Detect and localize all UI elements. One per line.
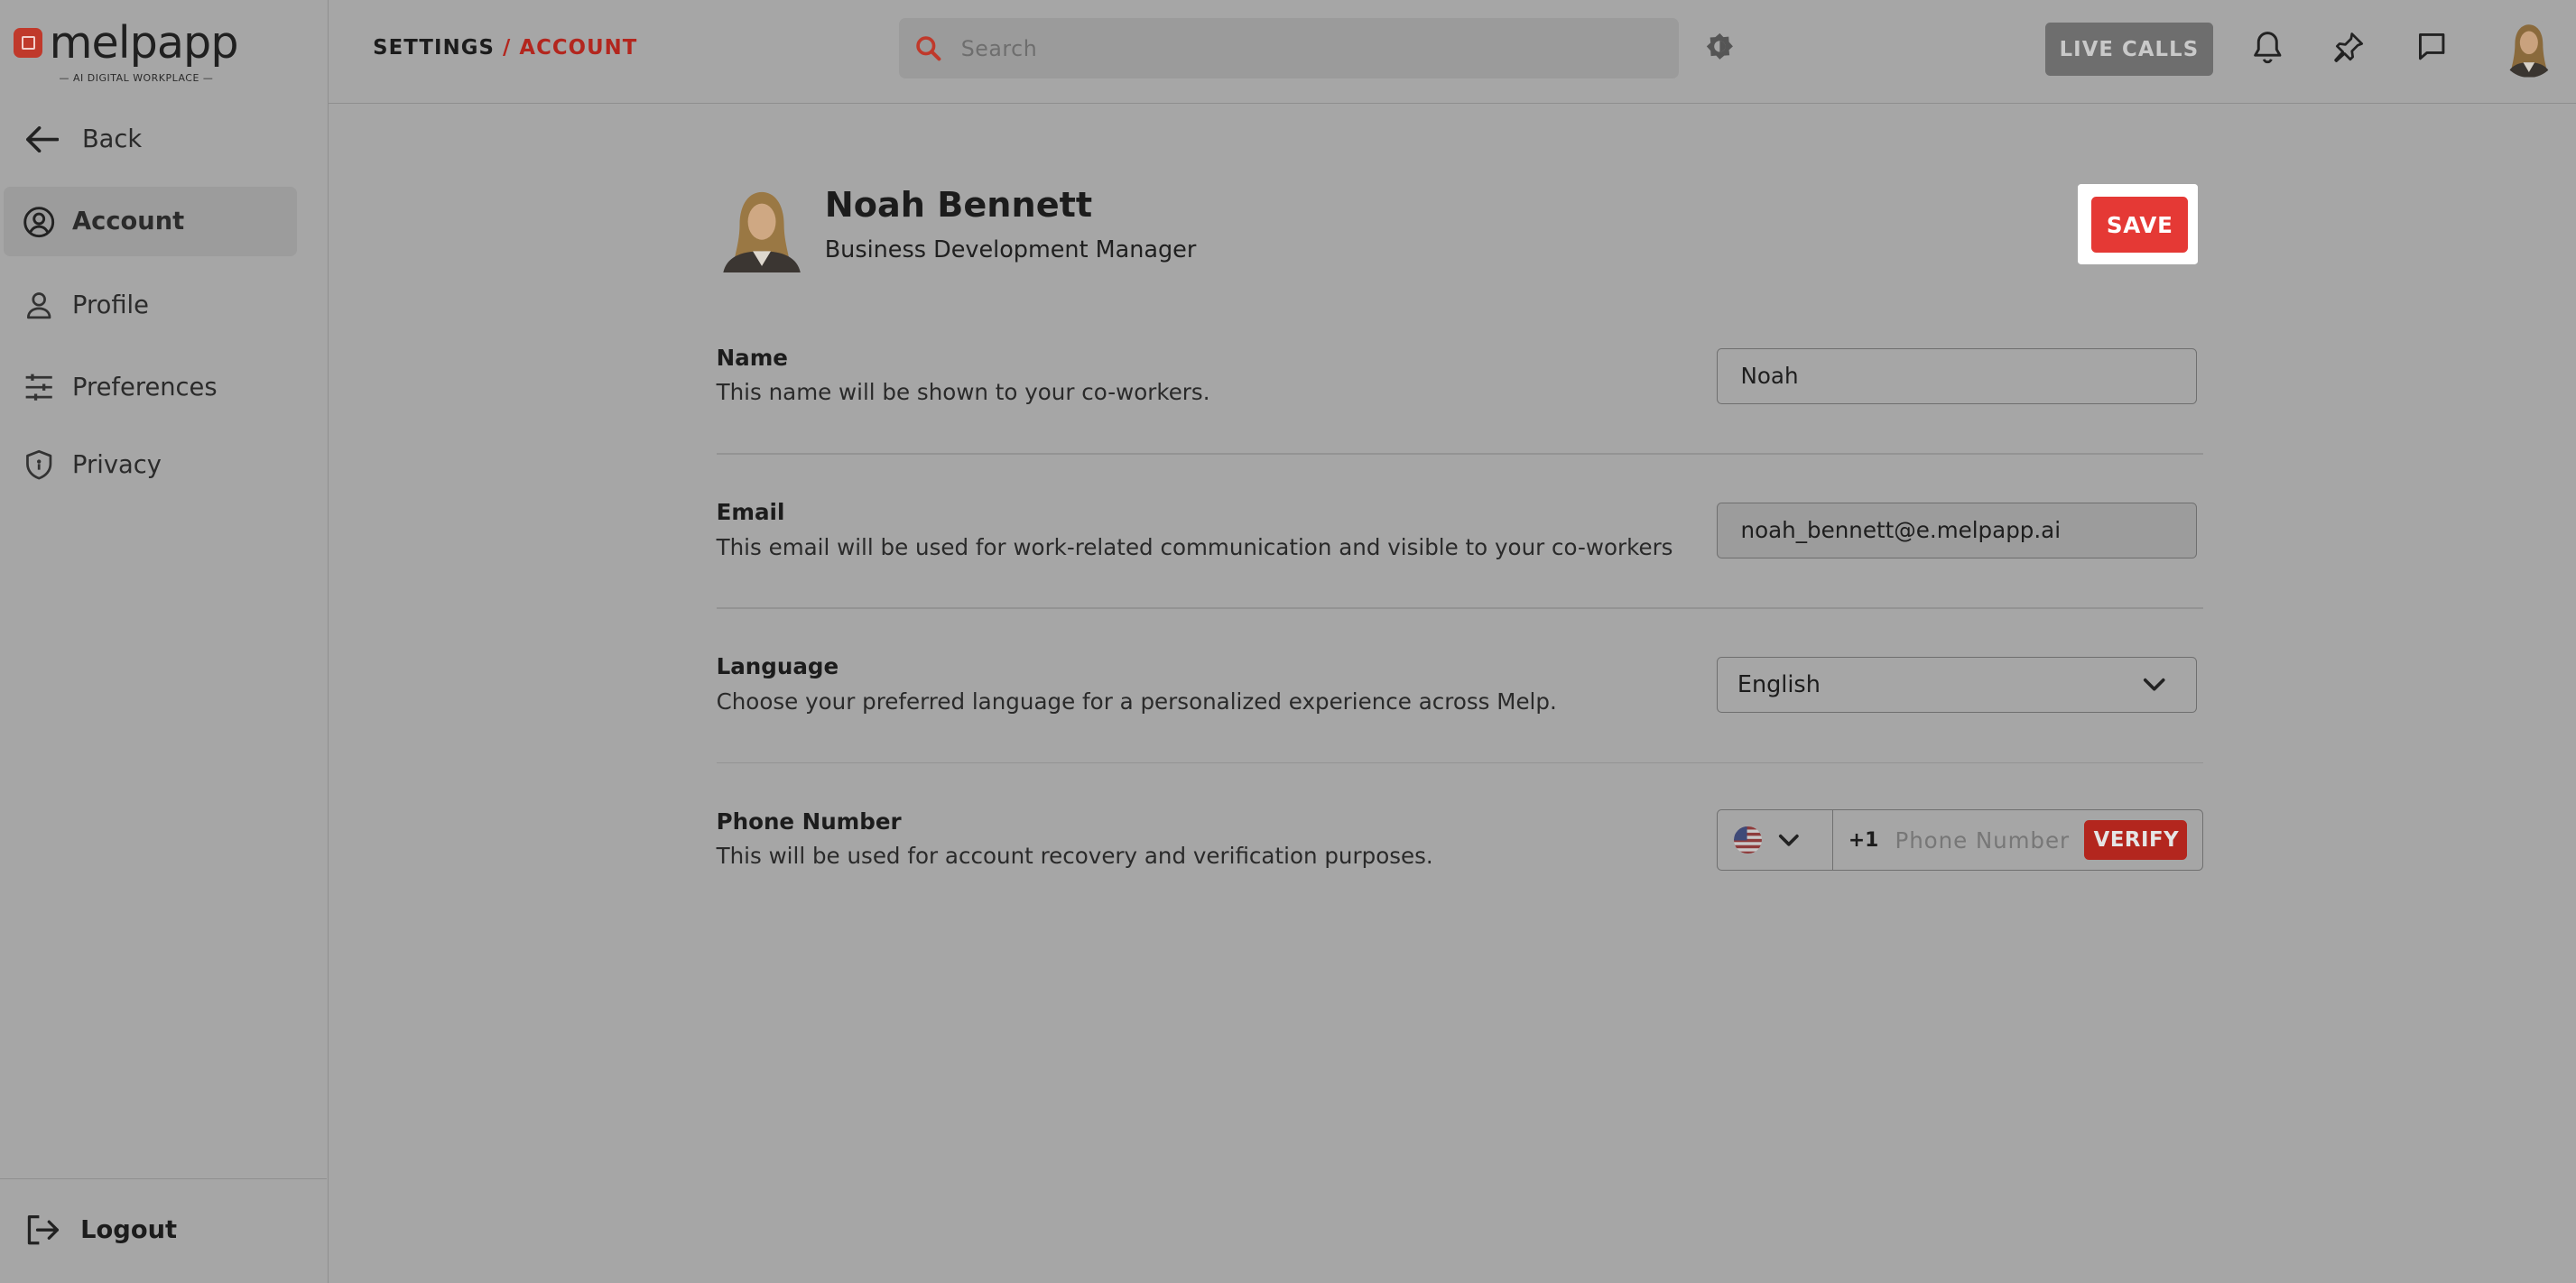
sliders-icon (23, 371, 55, 403)
breadcrumb: SETTINGS / ACCOUNT (373, 36, 637, 60)
breadcrumb-current: ACCOUNT (519, 36, 638, 60)
chevron-down-icon (1778, 834, 1800, 847)
pin-icon[interactable] (2331, 30, 2366, 70)
bell-icon[interactable] (2252, 30, 2284, 70)
user-avatar[interactable] (2500, 18, 2558, 78)
search-input[interactable] (958, 33, 1622, 63)
profile-name: Noah Bennett (824, 185, 1093, 226)
name-description: This name will be shown to your co-worke… (716, 379, 1210, 406)
us-flag-icon (1734, 826, 1763, 854)
chat-icon[interactable] (2415, 30, 2448, 69)
logo-mark-icon (13, 27, 43, 58)
save-button[interactable]: SAVE (2091, 197, 2189, 254)
email-input (1737, 515, 2172, 546)
top-header: SETTINGS / ACCOUNT LIVE CALLS (329, 0, 2576, 104)
save-button-highlight: SAVE (2078, 183, 2199, 265)
profile-role: Business Development Manager (824, 236, 1197, 264)
email-title: Email (716, 499, 785, 526)
email-description: This email will be used for work-related… (716, 533, 1673, 560)
logo-text: melpapp (49, 16, 239, 69)
back-label: Back (81, 125, 143, 154)
phone-title: Phone Number (716, 808, 902, 835)
sidebar-item-label: Profile (72, 291, 149, 320)
name-title: Name (716, 345, 788, 372)
sidebar-item-label: Account (72, 208, 185, 236)
back-button[interactable]: Back (4, 105, 298, 173)
search-icon (915, 35, 941, 61)
sidebar: melpapp — AI DIGITAL WORKPLACE — Back Ac… (0, 0, 329, 1283)
logo-tagline: — AI DIGITAL WORKPLACE — (59, 72, 214, 85)
email-field-wrapper (1717, 502, 2197, 558)
breadcrumb-separator: / (502, 36, 512, 60)
logout-button[interactable]: Logout (4, 1195, 298, 1264)
divider (716, 607, 2203, 610)
dial-code: +1 (1848, 828, 1879, 852)
logout-label: Logout (80, 1215, 178, 1244)
language-value: English (1737, 670, 1821, 698)
search-bar[interactable] (898, 18, 1680, 79)
language-description: Choose your preferred language for a per… (716, 688, 1557, 715)
shield-icon (23, 448, 55, 481)
sidebar-item-label: Privacy (72, 450, 162, 479)
divider (716, 761, 2203, 764)
sidebar-item-account[interactable]: Account (3, 187, 298, 256)
sidebar-item-label: Preferences (72, 374, 218, 402)
verify-button[interactable]: VERIFY (2083, 820, 2188, 860)
language-title: Language (716, 653, 839, 680)
user-circle-icon (23, 206, 55, 238)
phone-input[interactable] (1891, 810, 2086, 870)
country-code-select[interactable] (1718, 810, 1834, 870)
sidebar-item-profile[interactable]: Profile (4, 271, 298, 339)
breadcrumb-root[interactable]: SETTINGS (373, 36, 495, 60)
logout-icon (24, 1214, 60, 1246)
arrow-left-icon (26, 126, 60, 153)
chevron-down-icon (2143, 678, 2165, 692)
theme-toggle-icon[interactable] (1705, 32, 1735, 68)
profile-avatar (716, 182, 807, 273)
phone-description: This will be used for account recovery a… (716, 842, 1433, 869)
divider (716, 453, 2203, 456)
sidebar-item-preferences[interactable]: Preferences (4, 353, 298, 421)
app-logo[interactable]: melpapp — AI DIGITAL WORKPLACE — (10, 16, 240, 90)
phone-field: +1 VERIFY (1717, 809, 2203, 871)
sidebar-item-privacy[interactable]: Privacy (4, 430, 298, 499)
person-icon (23, 289, 55, 321)
live-calls-button[interactable]: LIVE CALLS (2045, 23, 2213, 76)
sidebar-footer: Logout (0, 1177, 328, 1283)
name-field-wrapper[interactable] (1717, 347, 2197, 404)
name-input[interactable] (1737, 361, 2172, 392)
language-select[interactable]: English (1717, 657, 2197, 713)
